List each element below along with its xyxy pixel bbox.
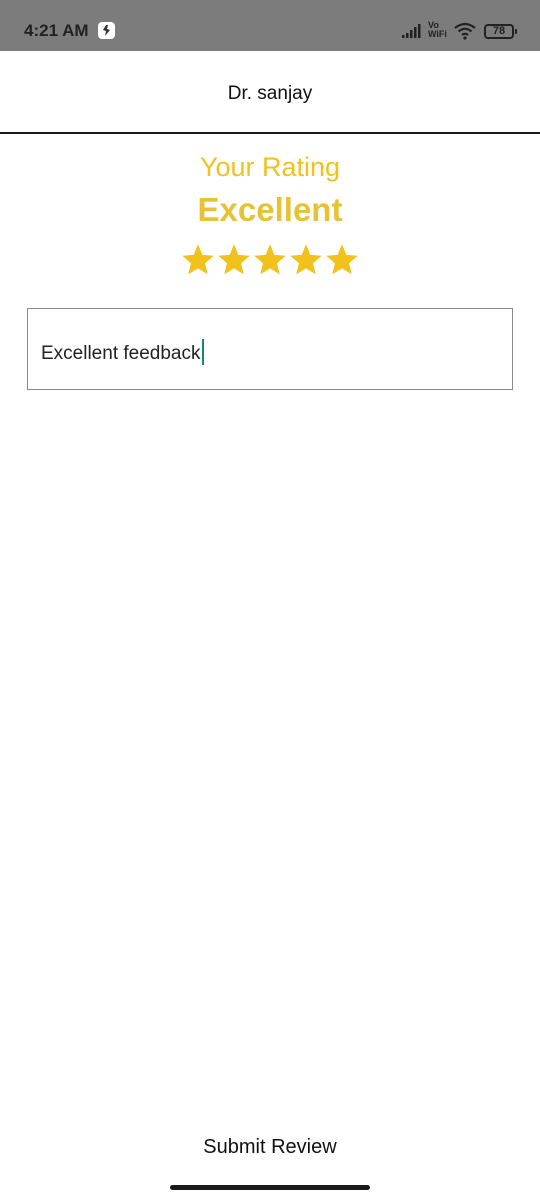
feedback-text[interactable]: Excellent feedback bbox=[41, 343, 201, 364]
rating-heading: Your Rating bbox=[199, 152, 341, 182]
star-5-icon[interactable] bbox=[324, 242, 360, 278]
submit-review-button[interactable]: Submit Review bbox=[0, 1136, 540, 1159]
feedback-input-value[interactable]: Excellent feedback bbox=[41, 339, 204, 365]
vowifi-icon: Vo WiFi bbox=[428, 21, 447, 39]
wifi-icon bbox=[453, 22, 477, 45]
notification-icon bbox=[98, 22, 115, 39]
status-time: 4:21 AM bbox=[24, 21, 89, 40]
review-screen: 4:21 AM Vo WiFi 78 Dr. sanjay Your Ratin… bbox=[0, 0, 540, 1200]
feedback-input[interactable]: Excellent feedback bbox=[27, 308, 513, 390]
vowifi-label-bottom: WiFi bbox=[428, 29, 447, 39]
rating-value-label: Excellent bbox=[197, 191, 343, 228]
star-1-icon[interactable] bbox=[180, 242, 216, 278]
signal-icon bbox=[402, 24, 424, 43]
status-bar: 4:21 AM Vo WiFi 78 bbox=[0, 0, 540, 51]
battery-tip bbox=[515, 29, 517, 34]
text-caret bbox=[201, 339, 204, 365]
battery-icon: 78 bbox=[484, 24, 514, 39]
star-rating[interactable] bbox=[0, 242, 540, 278]
star-4-icon[interactable] bbox=[288, 242, 324, 278]
home-indicator[interactable] bbox=[170, 1185, 370, 1190]
app-header: Dr. sanjay bbox=[0, 51, 540, 134]
doctor-name-title: Dr. sanjay bbox=[227, 83, 313, 104]
star-3-icon[interactable] bbox=[252, 242, 288, 278]
star-2-icon[interactable] bbox=[216, 242, 252, 278]
